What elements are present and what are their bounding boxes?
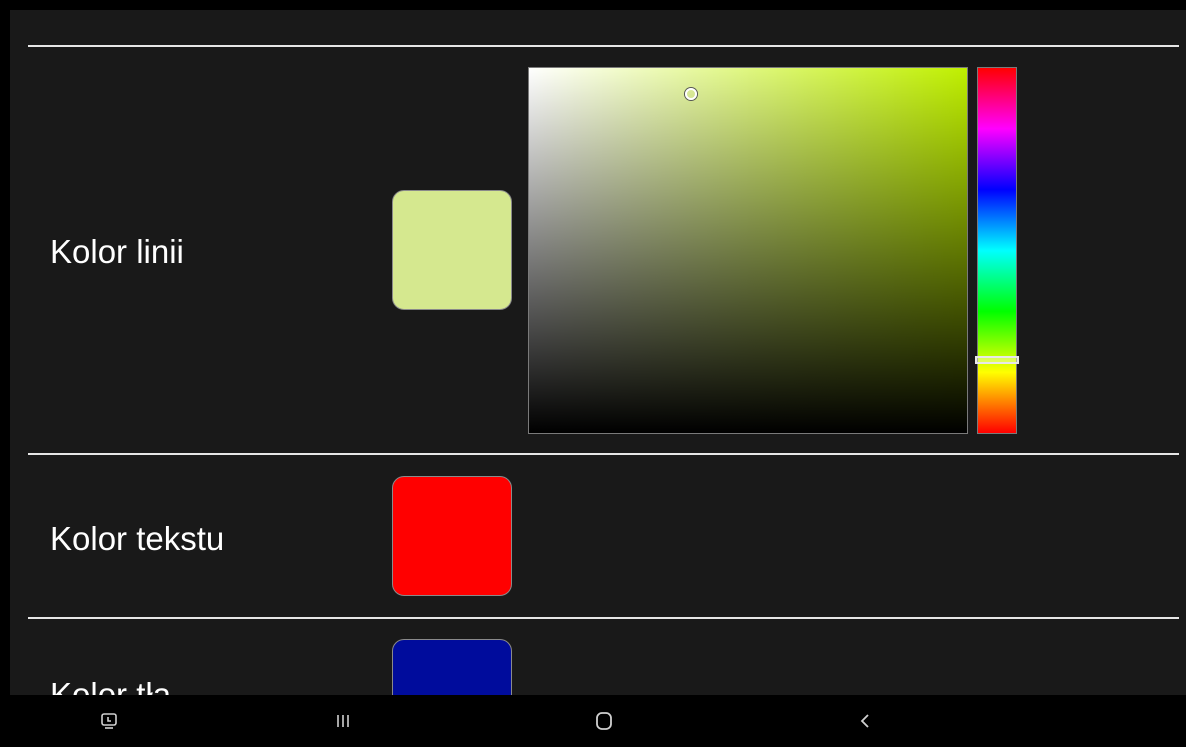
saturation-value-picker[interactable] [528, 67, 968, 434]
background-color-swatch[interactable] [392, 639, 512, 695]
line-color-swatch[interactable] [392, 190, 512, 310]
system-navigation-bar [0, 695, 1186, 747]
color-settings-panel: Kolor linii Kolor tekstu Kolor tła [10, 10, 1186, 695]
recent-screenshot-icon[interactable] [89, 705, 129, 737]
divider-1 [28, 453, 1179, 455]
divider-top [28, 45, 1179, 47]
divider-2 [28, 617, 1179, 619]
saturation-value-handle[interactable] [685, 87, 698, 100]
recent-apps-icon[interactable] [323, 705, 363, 737]
app-screen: Kolor linii Kolor tekstu Kolor tła [0, 0, 1186, 747]
back-icon[interactable] [846, 705, 886, 737]
hue-slider-handle[interactable] [975, 356, 1019, 364]
text-color-label: Kolor tekstu [50, 520, 225, 557]
home-icon[interactable] [584, 705, 624, 737]
hue-slider[interactable] [975, 67, 1019, 434]
text-color-swatch[interactable] [392, 476, 512, 596]
background-color-label: Kolor tła [50, 676, 172, 695]
line-color-label: Kolor linii [50, 233, 184, 270]
